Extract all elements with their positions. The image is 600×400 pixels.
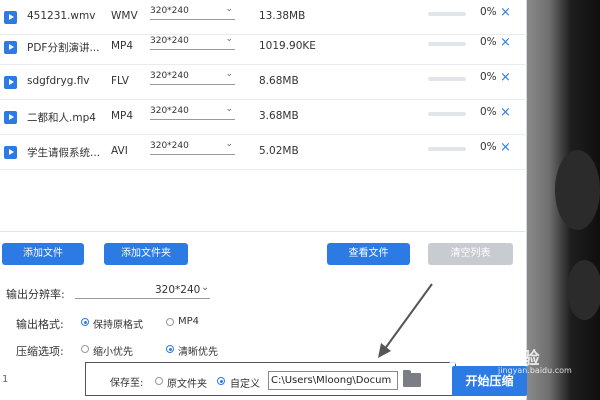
file-name: PDF分割演讲...: [27, 42, 100, 54]
progress-percent: 0%: [480, 6, 497, 18]
background-photo: [527, 0, 600, 400]
format-mp4-label: MP4: [178, 316, 200, 327]
file-resolution-value: 320*240: [150, 36, 189, 46]
clear-list-button[interactable]: 清空列表: [428, 243, 513, 265]
add-file-button[interactable]: 添加文件: [2, 243, 84, 265]
chevron-down-icon: ⌄: [225, 104, 233, 114]
chevron-down-icon: ⌄: [225, 4, 233, 14]
progress-percent: 0%: [480, 71, 497, 83]
video-file-icon: [4, 76, 17, 89]
format-keep-original-label: 保持原格式: [93, 320, 143, 331]
folder-icon[interactable]: [403, 370, 421, 387]
format-keep-original-radio[interactable]: [81, 318, 89, 326]
chevron-down-icon: ⌄: [225, 139, 233, 149]
video-file-icon: [4, 146, 17, 159]
compressor-window: 451231.wmv WMV 320*240 ⌄ 13.38MB 0% × PDF分割演讲..…: [0, 0, 527, 400]
baidu-watermark: Baidu经验 jingyan.baidu.com: [448, 344, 572, 375]
video-file-icon: [4, 11, 17, 24]
file-resolution-value: 320*240: [150, 71, 189, 81]
video-file-icon: [4, 111, 17, 124]
file-type: MP4: [111, 110, 134, 122]
file-resolution-select[interactable]: 320*240 ⌄: [150, 139, 235, 155]
save-label: 保存至:: [110, 378, 144, 389]
close-icon[interactable]: ×: [500, 141, 511, 155]
file-row[interactable]: 学生请假系统... AVI 320*240 ⌄ 5.02MB 0% ×: [0, 135, 527, 170]
view-file-button[interactable]: 查看文件: [327, 243, 410, 265]
file-resolution-value: 320*240: [150, 141, 189, 151]
add-folder-button[interactable]: 添加文件夹: [104, 243, 188, 265]
save-path-input[interactable]: C:\Users\Mloong\Docum: [268, 371, 398, 390]
progress-percent: 0%: [480, 106, 497, 118]
save-original-folder-label: 原文件夹: [167, 379, 207, 390]
resolution-select[interactable]: 320*240 ⌄: [75, 282, 210, 299]
close-icon[interactable]: ×: [500, 71, 511, 85]
file-size: 3.68MB: [259, 110, 299, 122]
save-custom-radio[interactable]: [217, 377, 225, 385]
progress-percent: 0%: [480, 141, 497, 153]
progress-bar: [428, 42, 466, 46]
file-size: 5.02MB: [259, 145, 299, 157]
file-size: 13.38MB: [259, 10, 306, 22]
file-list: 451231.wmv WMV 320*240 ⌄ 13.38MB 0% × PDF分割演讲..…: [0, 0, 527, 232]
watermark-sub: jingyan.baidu.com: [498, 366, 572, 375]
chevron-down-icon: ⌄: [201, 282, 210, 293]
progress-percent: 0%: [480, 36, 497, 48]
page-number: 1: [2, 374, 9, 385]
progress-bar: [428, 147, 466, 151]
progress-bar: [428, 12, 466, 16]
file-resolution-select[interactable]: 320*240 ⌄: [150, 69, 235, 85]
resolution-label: 输出分辨率:: [6, 288, 65, 301]
file-resolution-select[interactable]: 320*240 ⌄: [150, 4, 235, 20]
progress-bar: [428, 77, 466, 81]
file-size: 8.68MB: [259, 75, 299, 87]
file-name: 学生请假系统...: [27, 147, 101, 159]
save-custom-label: 自定义: [230, 379, 260, 390]
compress-label: 压缩选项:: [16, 345, 64, 358]
file-resolution-select[interactable]: 320*240 ⌄: [150, 34, 235, 50]
file-row[interactable]: sdgfdryg.flv FLV 320*240 ⌄ 8.68MB 0% ×: [0, 65, 527, 100]
file-resolution-value: 320*240: [150, 106, 189, 116]
file-name: sdgfdryg.flv: [27, 75, 90, 87]
video-file-icon: [4, 41, 17, 54]
file-type: MP4: [111, 40, 134, 52]
compress-clarity-first-label: 清晰优先: [178, 347, 218, 358]
file-name: 451231.wmv: [27, 10, 96, 22]
chevron-down-icon: ⌄: [225, 34, 233, 44]
progress-bar: [428, 112, 466, 116]
close-icon[interactable]: ×: [500, 106, 511, 120]
compress-size-first-radio[interactable]: [81, 345, 89, 353]
file-row[interactable]: 二都和人.mp4 MP4 320*240 ⌄ 3.68MB 0% ×: [0, 100, 527, 135]
compress-clarity-first-radio[interactable]: [166, 345, 174, 353]
format-mp4-radio[interactable]: [166, 318, 174, 326]
close-icon[interactable]: ×: [500, 6, 511, 20]
file-name: 二都和人.mp4: [27, 112, 96, 124]
resolution-value: 320*240: [155, 284, 201, 296]
file-resolution-select[interactable]: 320*240 ⌄: [150, 104, 235, 120]
compress-size-first-label: 缩小优先: [93, 347, 133, 358]
file-row[interactable]: PDF分割演讲... MP4 320*240 ⌄ 1019.90KE 0% ×: [0, 30, 527, 65]
chevron-down-icon: ⌄: [225, 69, 233, 79]
save-original-folder-radio[interactable]: [155, 377, 163, 385]
file-type: WMV: [111, 10, 138, 22]
close-icon[interactable]: ×: [500, 36, 511, 50]
file-type: FLV: [111, 75, 129, 87]
file-resolution-value: 320*240: [150, 6, 189, 16]
format-label: 输出格式:: [16, 318, 64, 331]
file-size: 1019.90KE: [259, 40, 316, 52]
file-type: AVI: [111, 145, 128, 157]
